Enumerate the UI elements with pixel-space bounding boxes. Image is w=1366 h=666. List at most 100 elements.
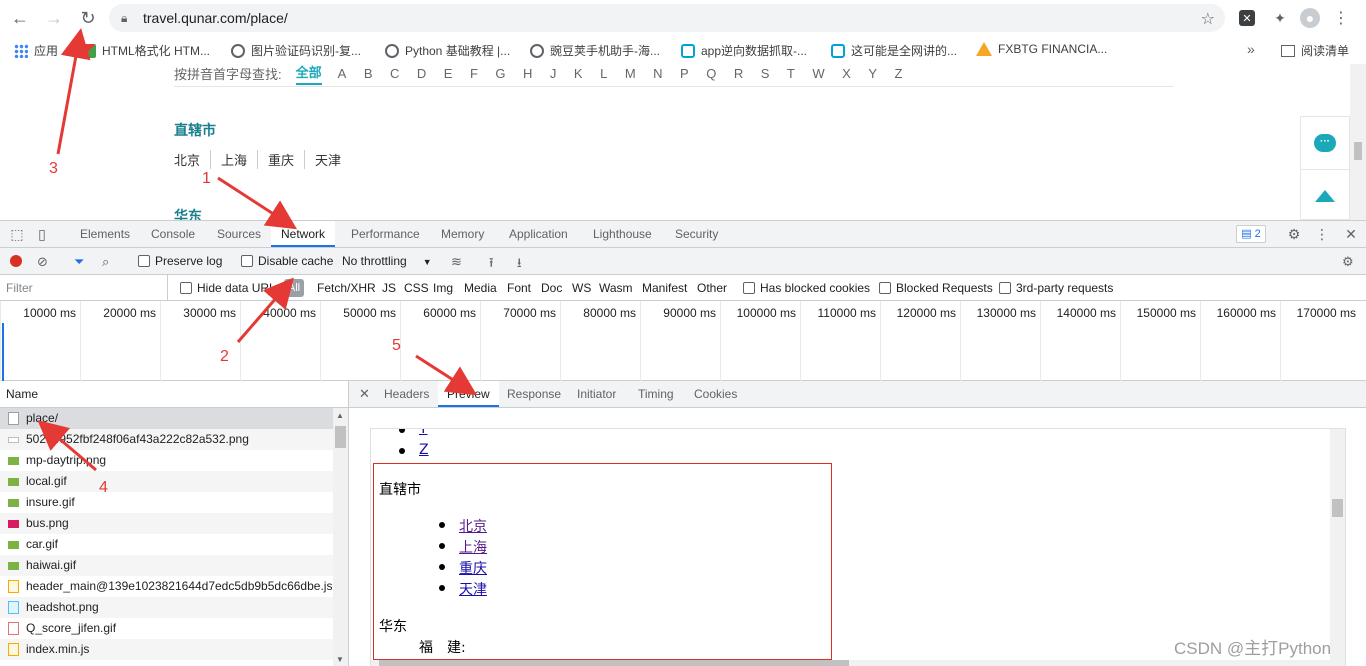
request-row[interactable]: place/: [0, 408, 333, 429]
bookmark-python[interactable]: Python 基础教程 |...: [385, 42, 510, 59]
export-har-download-icon[interactable]: ⭳: [517, 254, 522, 276]
blocked-requests-checkbox[interactable]: Blocked Requests: [879, 281, 993, 295]
letter-link[interactable]: X: [842, 66, 851, 81]
scrollbar-thumb[interactable]: [379, 660, 849, 666]
tab-lighthouse[interactable]: Lighthouse: [583, 221, 662, 247]
request-list-scrollbar[interactable]: ▲ ▼: [333, 408, 348, 666]
checkbox[interactable]: [180, 282, 192, 294]
tab-console[interactable]: Console: [141, 221, 205, 247]
tab-performance[interactable]: Performance: [341, 221, 430, 247]
scrollbar-thumb[interactable]: [335, 426, 346, 448]
chat-button[interactable]: ···: [1301, 117, 1349, 169]
issues-badge[interactable]: ▤ 2: [1236, 225, 1266, 243]
checkbox[interactable]: [743, 282, 755, 294]
filter-type-manifest[interactable]: Manifest: [642, 281, 687, 295]
tab-cookies[interactable]: Cookies: [685, 381, 746, 407]
city-link[interactable]: 天津: [304, 150, 351, 169]
filter-type-fetch-xhr[interactable]: Fetch/XHR: [317, 281, 376, 295]
letter-link[interactable]: Y: [868, 66, 877, 81]
filter-type-img[interactable]: Img: [433, 281, 453, 295]
clear-icon[interactable]: ⊘: [37, 254, 48, 270]
request-row[interactable]: 50214952fbf248f06af43a222c82a532.png: [0, 429, 333, 450]
import-har-upload-icon[interactable]: ⭱: [489, 254, 494, 276]
request-row[interactable]: index.min.js: [0, 639, 333, 660]
forward-arrow-icon[interactable]: →: [40, 4, 68, 32]
tab-preview[interactable]: Preview: [438, 381, 499, 407]
city-link[interactable]: 北京: [459, 519, 487, 535]
letter-link[interactable]: S: [761, 66, 770, 81]
network-conditions-wifi-icon[interactable]: ≋: [451, 254, 462, 270]
scrollbar-thumb[interactable]: [1354, 142, 1362, 160]
scroll-up-arrow-icon[interactable]: ▲: [336, 411, 344, 420]
filter-input[interactable]: Filter: [0, 275, 168, 300]
preview-scrollbar[interactable]: [1330, 429, 1345, 666]
letter-link[interactable]: R: [734, 66, 743, 81]
letter-link[interactable]: M: [625, 66, 636, 81]
request-row[interactable]: bus.png: [0, 513, 333, 534]
letter-link[interactable]: K: [574, 66, 583, 81]
bookmark-captcha[interactable]: 图片验证码识别-复...: [231, 42, 361, 59]
tab-application[interactable]: Application: [499, 221, 578, 247]
letter-link[interactable]: N: [653, 66, 662, 81]
tab-elements[interactable]: Elements: [70, 221, 140, 247]
record-icon[interactable]: [10, 255, 22, 267]
letter-link[interactable]: B: [364, 66, 373, 81]
name-column-header[interactable]: Name: [0, 381, 348, 408]
has-blocked-cookies-checkbox[interactable]: Has blocked cookies: [743, 281, 870, 295]
close-devtools-icon[interactable]: ✕: [1343, 226, 1359, 242]
tab-memory[interactable]: Memory: [431, 221, 494, 247]
throttling-select[interactable]: No throttling ▼: [342, 254, 432, 268]
filter-type-wasm[interactable]: Wasm: [599, 281, 633, 295]
letter-link[interactable]: F: [470, 66, 478, 81]
profile-avatar-icon[interactable]: ●: [1300, 8, 1320, 28]
reload-icon[interactable]: ↻: [74, 4, 102, 32]
third-party-requests-checkbox[interactable]: 3rd-party requests: [999, 281, 1113, 295]
extension-x-icon[interactable]: ✕: [1239, 10, 1255, 26]
filter-type-media[interactable]: Media: [464, 281, 497, 295]
bookmark-best-lecture[interactable]: 这可能是全网讲的...: [831, 42, 957, 59]
settings-gear-icon[interactable]: ⚙: [1286, 226, 1302, 242]
filter-type-other[interactable]: Other: [697, 281, 727, 295]
letter-link[interactable]: Z: [894, 66, 902, 81]
request-row[interactable]: car.gif: [0, 534, 333, 555]
letter-link[interactable]: G: [495, 66, 505, 81]
city-link[interactable]: 北京: [174, 150, 210, 169]
preview-horizontal-scrollbar[interactable]: [371, 660, 1332, 666]
checkbox[interactable]: [241, 255, 253, 267]
city-link[interactable]: 重庆: [257, 150, 304, 169]
city-link[interactable]: 上海: [210, 150, 257, 169]
network-settings-gear-icon[interactable]: ⚙: [1342, 254, 1354, 270]
letter-all-link[interactable]: 全部: [295, 64, 322, 85]
filter-type-doc[interactable]: Doc: [541, 281, 562, 295]
checkbox[interactable]: [999, 282, 1011, 294]
letter-link[interactable]: Q: [706, 66, 716, 81]
address-bar[interactable]: 🔒︎ travel.qunar.com/place/ ☆: [109, 4, 1225, 32]
url-text[interactable]: travel.qunar.com/place/: [143, 10, 288, 26]
request-row[interactable]: insure.gif: [0, 492, 333, 513]
city-link[interactable]: 重庆: [459, 561, 487, 577]
request-row[interactable]: Q_score_jifen.gif: [0, 618, 333, 639]
filter-type-ws[interactable]: WS: [572, 281, 591, 295]
bookmark-wandoujia[interactable]: 豌豆荚手机助手-海...: [530, 42, 660, 59]
extensions-puzzle-icon[interactable]: ✦: [1270, 8, 1290, 28]
tab-network[interactable]: Network: [271, 221, 336, 247]
request-row[interactable]: mp-daytrip.png: [0, 450, 333, 471]
bookmark-html-format[interactable]: HTML格式化 HTM...: [82, 42, 210, 59]
back-to-top-button[interactable]: [1301, 169, 1349, 221]
disable-cache-checkbox[interactable]: Disable cache: [241, 254, 333, 268]
letter-link[interactable]: H: [523, 66, 532, 81]
bookmarks-more-chevron-icon[interactable]: »: [1247, 41, 1255, 57]
checkbox[interactable]: [138, 255, 150, 267]
filter-type-css[interactable]: CSS: [404, 281, 429, 295]
request-row[interactable]: header_main@139e1023821644d7edc5db9b5dc6…: [0, 576, 333, 597]
request-row[interactable]: local.gif: [0, 471, 333, 492]
request-row[interactable]: headshot.png: [0, 597, 333, 618]
letter-link[interactable]: Z: [419, 442, 429, 458]
bookmark-app-reverse[interactable]: app逆向数据抓取-...: [681, 42, 807, 59]
letter-link[interactable]: E: [444, 66, 453, 81]
filter-funnel-icon[interactable]: ⏷: [74, 254, 84, 270]
scrollbar-thumb[interactable]: [1332, 499, 1343, 517]
letter-link[interactable]: J: [550, 66, 557, 81]
city-link[interactable]: 天津: [459, 582, 487, 598]
scroll-down-arrow-icon[interactable]: ▼: [336, 655, 344, 664]
